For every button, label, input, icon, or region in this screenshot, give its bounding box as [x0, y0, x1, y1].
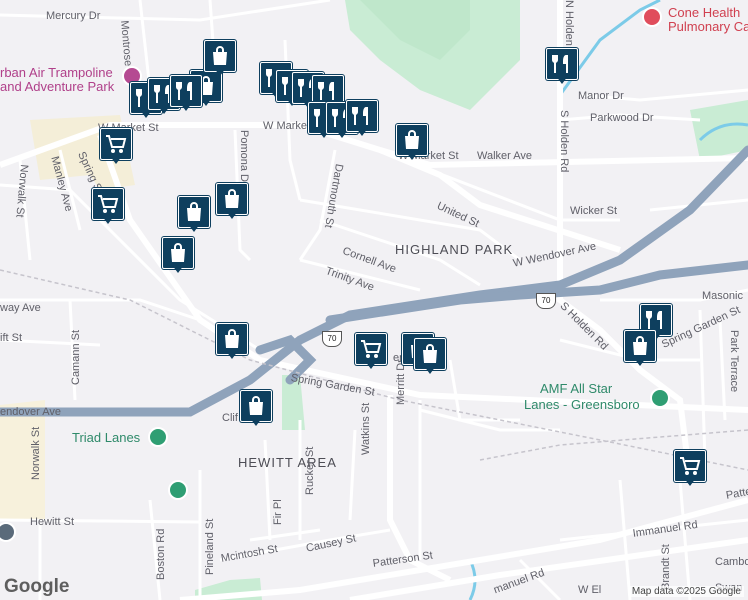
- pin-pointer: [226, 351, 238, 359]
- street-label: Watkins St: [360, 402, 372, 455]
- area-label-hewitt-area: HEWITT AREA: [238, 455, 337, 470]
- hospital-icon[interactable]: [642, 7, 662, 27]
- pin-pointer: [556, 76, 568, 84]
- shopping-cart-pin[interactable]: [355, 333, 387, 373]
- pin-pointer: [226, 211, 238, 219]
- shopping-bag-pin[interactable]: [178, 196, 210, 236]
- bowling-icon[interactable]: [650, 388, 670, 408]
- street-label: Pineland St: [204, 518, 216, 575]
- route-70-shield: 70: [536, 293, 556, 309]
- shopping-cart-pin[interactable]: [92, 188, 124, 228]
- shopping-bag-pin[interactable]: [240, 390, 272, 430]
- street-label: Boston Rd: [155, 528, 167, 580]
- pin-pointer: [406, 152, 418, 160]
- bowling-icon[interactable]: [148, 427, 168, 447]
- pin-pointer: [180, 103, 192, 111]
- shopping-bag-pin[interactable]: [162, 237, 194, 277]
- street-label: Park Terrace: [728, 330, 740, 393]
- recreation-icon[interactable]: [168, 480, 188, 500]
- pin-pointer: [356, 128, 368, 136]
- map-canvas[interactable]: HIGHLAND PARK HEWITT AREA Mercury Dr Mon…: [0, 0, 748, 600]
- area-label-highland-park: HIGHLAND PARK: [395, 242, 514, 257]
- street-label: Cambo: [715, 556, 748, 568]
- poi-urban-air-line1[interactable]: rban Air Trampoline: [0, 66, 113, 80]
- poi-cone-health-line1[interactable]: Cone Health: [668, 6, 740, 19]
- pin-pointer: [214, 68, 226, 76]
- street-label: N Holden: [563, 0, 575, 46]
- pin-pointer: [250, 418, 262, 426]
- street-label: W El: [578, 584, 602, 596]
- pin-pointer: [102, 216, 114, 224]
- pin-pointer: [158, 106, 170, 114]
- restaurant-pin[interactable]: [546, 48, 578, 88]
- restaurant-pin[interactable]: [346, 100, 378, 140]
- shopping-bag-pin[interactable]: [216, 183, 248, 223]
- street-label: Walker Ave: [477, 150, 533, 162]
- street-label: way Ave: [0, 302, 41, 314]
- shopping-bag-pin[interactable]: [204, 40, 236, 80]
- street-label: Norwalk St: [30, 426, 42, 480]
- street-label: endover Ave: [0, 406, 61, 418]
- pin-pointer: [110, 156, 122, 164]
- street-label: ift St: [0, 332, 23, 344]
- pin-pointer: [188, 224, 200, 232]
- poi-urban-air-line2[interactable]: and Adventure Park: [0, 80, 114, 94]
- map-attribution: Map data ©2025 Google: [628, 586, 744, 597]
- shopping-bag-pin[interactable]: [396, 124, 428, 164]
- street-label: Pomona Dr: [238, 130, 250, 186]
- street-label: Mercury Dr: [46, 10, 101, 22]
- poi-amf-all-star-line1[interactable]: AMF All Star: [540, 381, 612, 396]
- shopping-cart-pin[interactable]: [100, 128, 132, 168]
- shopping-bag-pin[interactable]: [624, 330, 656, 370]
- street-label: Masonic: [702, 290, 743, 302]
- pin-pointer: [365, 361, 377, 369]
- street-label: Wicker St: [570, 205, 618, 217]
- street-label: S Holden Rd: [558, 110, 570, 173]
- shopping-bag-pin[interactable]: [414, 338, 446, 378]
- street-label: Parkwood Dr: [590, 112, 654, 124]
- street-label: Clif: [222, 412, 238, 424]
- street-label: Manor Dr: [578, 90, 624, 102]
- street-label: Camann St: [70, 329, 82, 385]
- restaurant-pin[interactable]: [170, 75, 202, 115]
- pin-pointer: [172, 265, 184, 273]
- poi-cone-health-line2[interactable]: Pulmonary Ca: [668, 20, 748, 33]
- pin-pointer: [424, 366, 436, 374]
- poi-triad-lanes[interactable]: Triad Lanes: [72, 430, 140, 445]
- route-70-shield: 70: [322, 331, 342, 347]
- pin-pointer: [634, 358, 646, 366]
- google-logo: Google: [4, 576, 70, 597]
- street-label: Brandt St: [660, 544, 672, 590]
- street-label: Hewitt St: [30, 516, 75, 528]
- pin-pointer: [684, 478, 696, 486]
- shopping-cart-pin[interactable]: [674, 450, 706, 490]
- poi-amf-all-star-line2[interactable]: Lanes - Greensboro: [524, 397, 640, 412]
- street-label: Rucker St: [304, 446, 316, 495]
- shopping-bag-pin[interactable]: [216, 323, 248, 363]
- street-label: Fir Pl: [272, 499, 284, 525]
